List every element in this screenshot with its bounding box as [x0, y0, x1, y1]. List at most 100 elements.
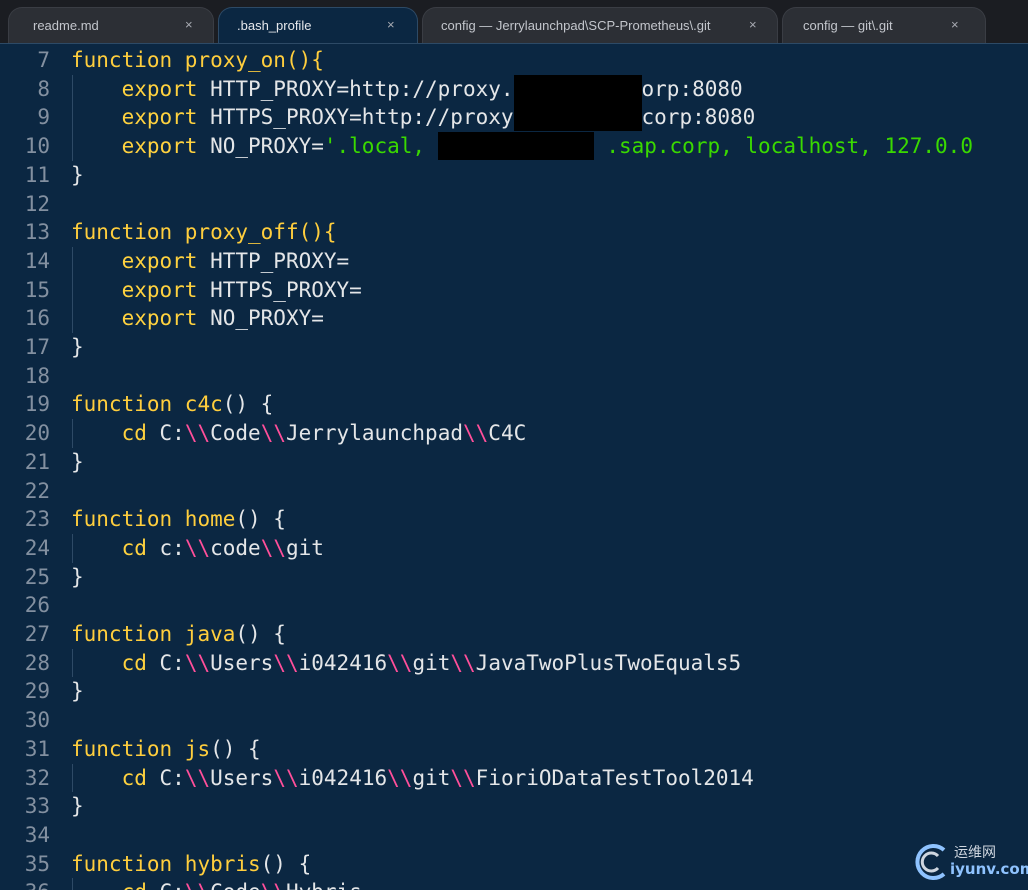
line-number: 23 — [24, 507, 50, 532]
code-line[interactable]: 18 — [0, 362, 1028, 391]
code-token: Users — [210, 650, 274, 675]
code-token: function — [71, 622, 185, 646]
code-token: C: — [147, 880, 185, 890]
line-number: 10 — [24, 134, 50, 159]
redaction-block — [437, 132, 594, 161]
code-text: } — [71, 333, 84, 362]
indent-guide — [72, 246, 73, 333]
code-line[interactable]: 19 function c4c() { — [0, 390, 1028, 419]
code-line[interactable]: 24 cd c:\\code\\git — [0, 534, 1028, 563]
tab-bash-profile[interactable]: .bash_profile × — [218, 7, 418, 44]
code-token: \\ — [450, 765, 476, 790]
line-number: 27 — [24, 622, 50, 646]
line-number: 20 — [24, 421, 50, 446]
code-token: corp:8080 — [641, 105, 756, 130]
code-token: orp:8080 — [641, 76, 743, 101]
line-number: 9 — [37, 105, 50, 130]
code-line[interactable]: 20 cd C:\\Code\\Jerrylaunchpad\\C4C — [0, 419, 1028, 448]
code-text: function home() { — [71, 505, 286, 534]
code-line[interactable]: 16 export NO_PROXY= — [0, 304, 1028, 333]
line-number: 24 — [24, 535, 50, 560]
code-token: } — [71, 335, 84, 359]
tab-config-git[interactable]: config — git\.git × — [782, 7, 986, 44]
code-token: export — [121, 105, 198, 130]
code-editor[interactable]: 7 function proxy_on(){8 export HTTP_PROXY… — [0, 44, 1028, 890]
code-line[interactable]: 26 — [0, 591, 1028, 620]
line-number: 31 — [24, 736, 50, 761]
code-text: export NO_PROXY='.local, .sap.corp, loca… — [71, 132, 973, 161]
close-icon[interactable]: × — [387, 17, 395, 32]
code-line[interactable]: 15 export HTTPS_PROXY= — [0, 276, 1028, 305]
code-text: export HTTPS_PROXY=http://proxy corp:8080 — [71, 103, 755, 132]
code-text: } — [71, 161, 84, 190]
code-text: export HTTP_PROXY=http://proxy. orp:8080 — [71, 74, 743, 104]
line-number: 8 — [37, 76, 50, 101]
line-number: 32 — [24, 765, 50, 790]
code-line[interactable]: 12 — [0, 190, 1028, 219]
code-line[interactable]: 36 cd C:\\Code\\Hybris — [0, 878, 1028, 890]
code-line[interactable]: 21} — [0, 448, 1028, 477]
close-icon[interactable]: × — [749, 17, 757, 32]
code-token: js — [184, 736, 211, 761]
tab-readme[interactable]: readme.md × — [8, 7, 214, 44]
close-icon[interactable]: × — [951, 17, 959, 32]
redaction-block — [513, 103, 642, 132]
code-line[interactable]: 32 cd C:\\Users\\i042416\\git\\FioriODat… — [0, 764, 1028, 793]
code-token: \\ — [260, 535, 286, 560]
code-token: \\ — [387, 765, 413, 790]
code-token: .sap.corp, localhost, 127.0.0 — [593, 134, 973, 159]
code-line[interactable]: 34 — [0, 821, 1028, 850]
code-token: Code — [210, 880, 261, 890]
code-line[interactable]: 35 function hybris() { — [0, 850, 1028, 879]
code-token: C: — [146, 650, 185, 675]
code-line[interactable]: 13 function proxy_off(){ — [0, 218, 1028, 247]
code-token: function — [71, 220, 185, 245]
code-line[interactable]: 28 cd C:\\Users\\i042416\\git\\JavaTwoPl… — [0, 649, 1028, 678]
line-number: 29 — [24, 679, 50, 704]
code-line[interactable]: 33} — [0, 792, 1028, 821]
code-text: function hybris() { — [71, 850, 311, 879]
line-number: 16 — [24, 306, 50, 331]
code-line[interactable]: 30 — [0, 706, 1028, 735]
line-number: 7 — [37, 48, 50, 72]
code-token: } — [71, 679, 84, 704]
code-line[interactable]: 27 function java() { — [0, 620, 1028, 649]
code-line[interactable]: 23 function home() { — [0, 505, 1028, 534]
close-icon[interactable]: × — [185, 17, 193, 32]
line-number: 13 — [24, 220, 50, 245]
code-token: \\ — [450, 650, 476, 675]
code-token: cd — [121, 421, 147, 446]
code-line[interactable]: 14 export HTTP_PROXY= — [0, 247, 1028, 276]
code-line[interactable]: 8 export HTTP_PROXY=http://proxy. orp:808… — [0, 74, 1028, 104]
line-number: 21 — [24, 449, 50, 474]
watermark-text: 运维网 — [954, 845, 996, 861]
code-line[interactable]: 9 export HTTPS_PROXY=http://proxy corp:80… — [0, 103, 1028, 132]
line-number: 19 — [24, 392, 50, 417]
tab-config-scp-prometheus[interactable]: config — Jerrylaunchpad\SCP-Prometheus\.… — [422, 7, 778, 44]
code-line[interactable]: 11} — [0, 161, 1028, 190]
code-line[interactable]: 25} — [0, 563, 1028, 592]
code-line[interactable]: 29} — [0, 677, 1028, 706]
line-number: 30 — [24, 708, 50, 733]
code-token: \\ — [387, 650, 413, 675]
code-line[interactable]: 31 function js() { — [0, 735, 1028, 764]
code-line[interactable]: 10 export NO_PROXY='.local, .sap.corp, l… — [0, 132, 1028, 161]
code-token: () { — [235, 507, 286, 532]
code-line[interactable]: 17} — [0, 333, 1028, 362]
code-text: } — [71, 448, 84, 477]
code-line[interactable]: 7 function proxy_on(){ — [0, 46, 1028, 75]
code-token: hybris — [184, 851, 261, 876]
code-token: JavaTwoPlusTwoEquals5 — [475, 650, 742, 675]
line-number: 11 — [24, 162, 50, 187]
code-token: \\ — [184, 765, 211, 790]
code-token: java — [184, 622, 236, 646]
code-token: (){ — [298, 220, 337, 245]
code-token: \\ — [463, 421, 489, 446]
code-line[interactable]: 22 — [0, 477, 1028, 506]
line-number: 35 — [24, 851, 50, 876]
code-token: () { — [235, 622, 286, 646]
code-token: HTTP_PROXY=http://proxy. — [197, 76, 514, 101]
code-text: function proxy_on(){ — [71, 46, 324, 75]
code-token: \\ — [261, 880, 286, 890]
